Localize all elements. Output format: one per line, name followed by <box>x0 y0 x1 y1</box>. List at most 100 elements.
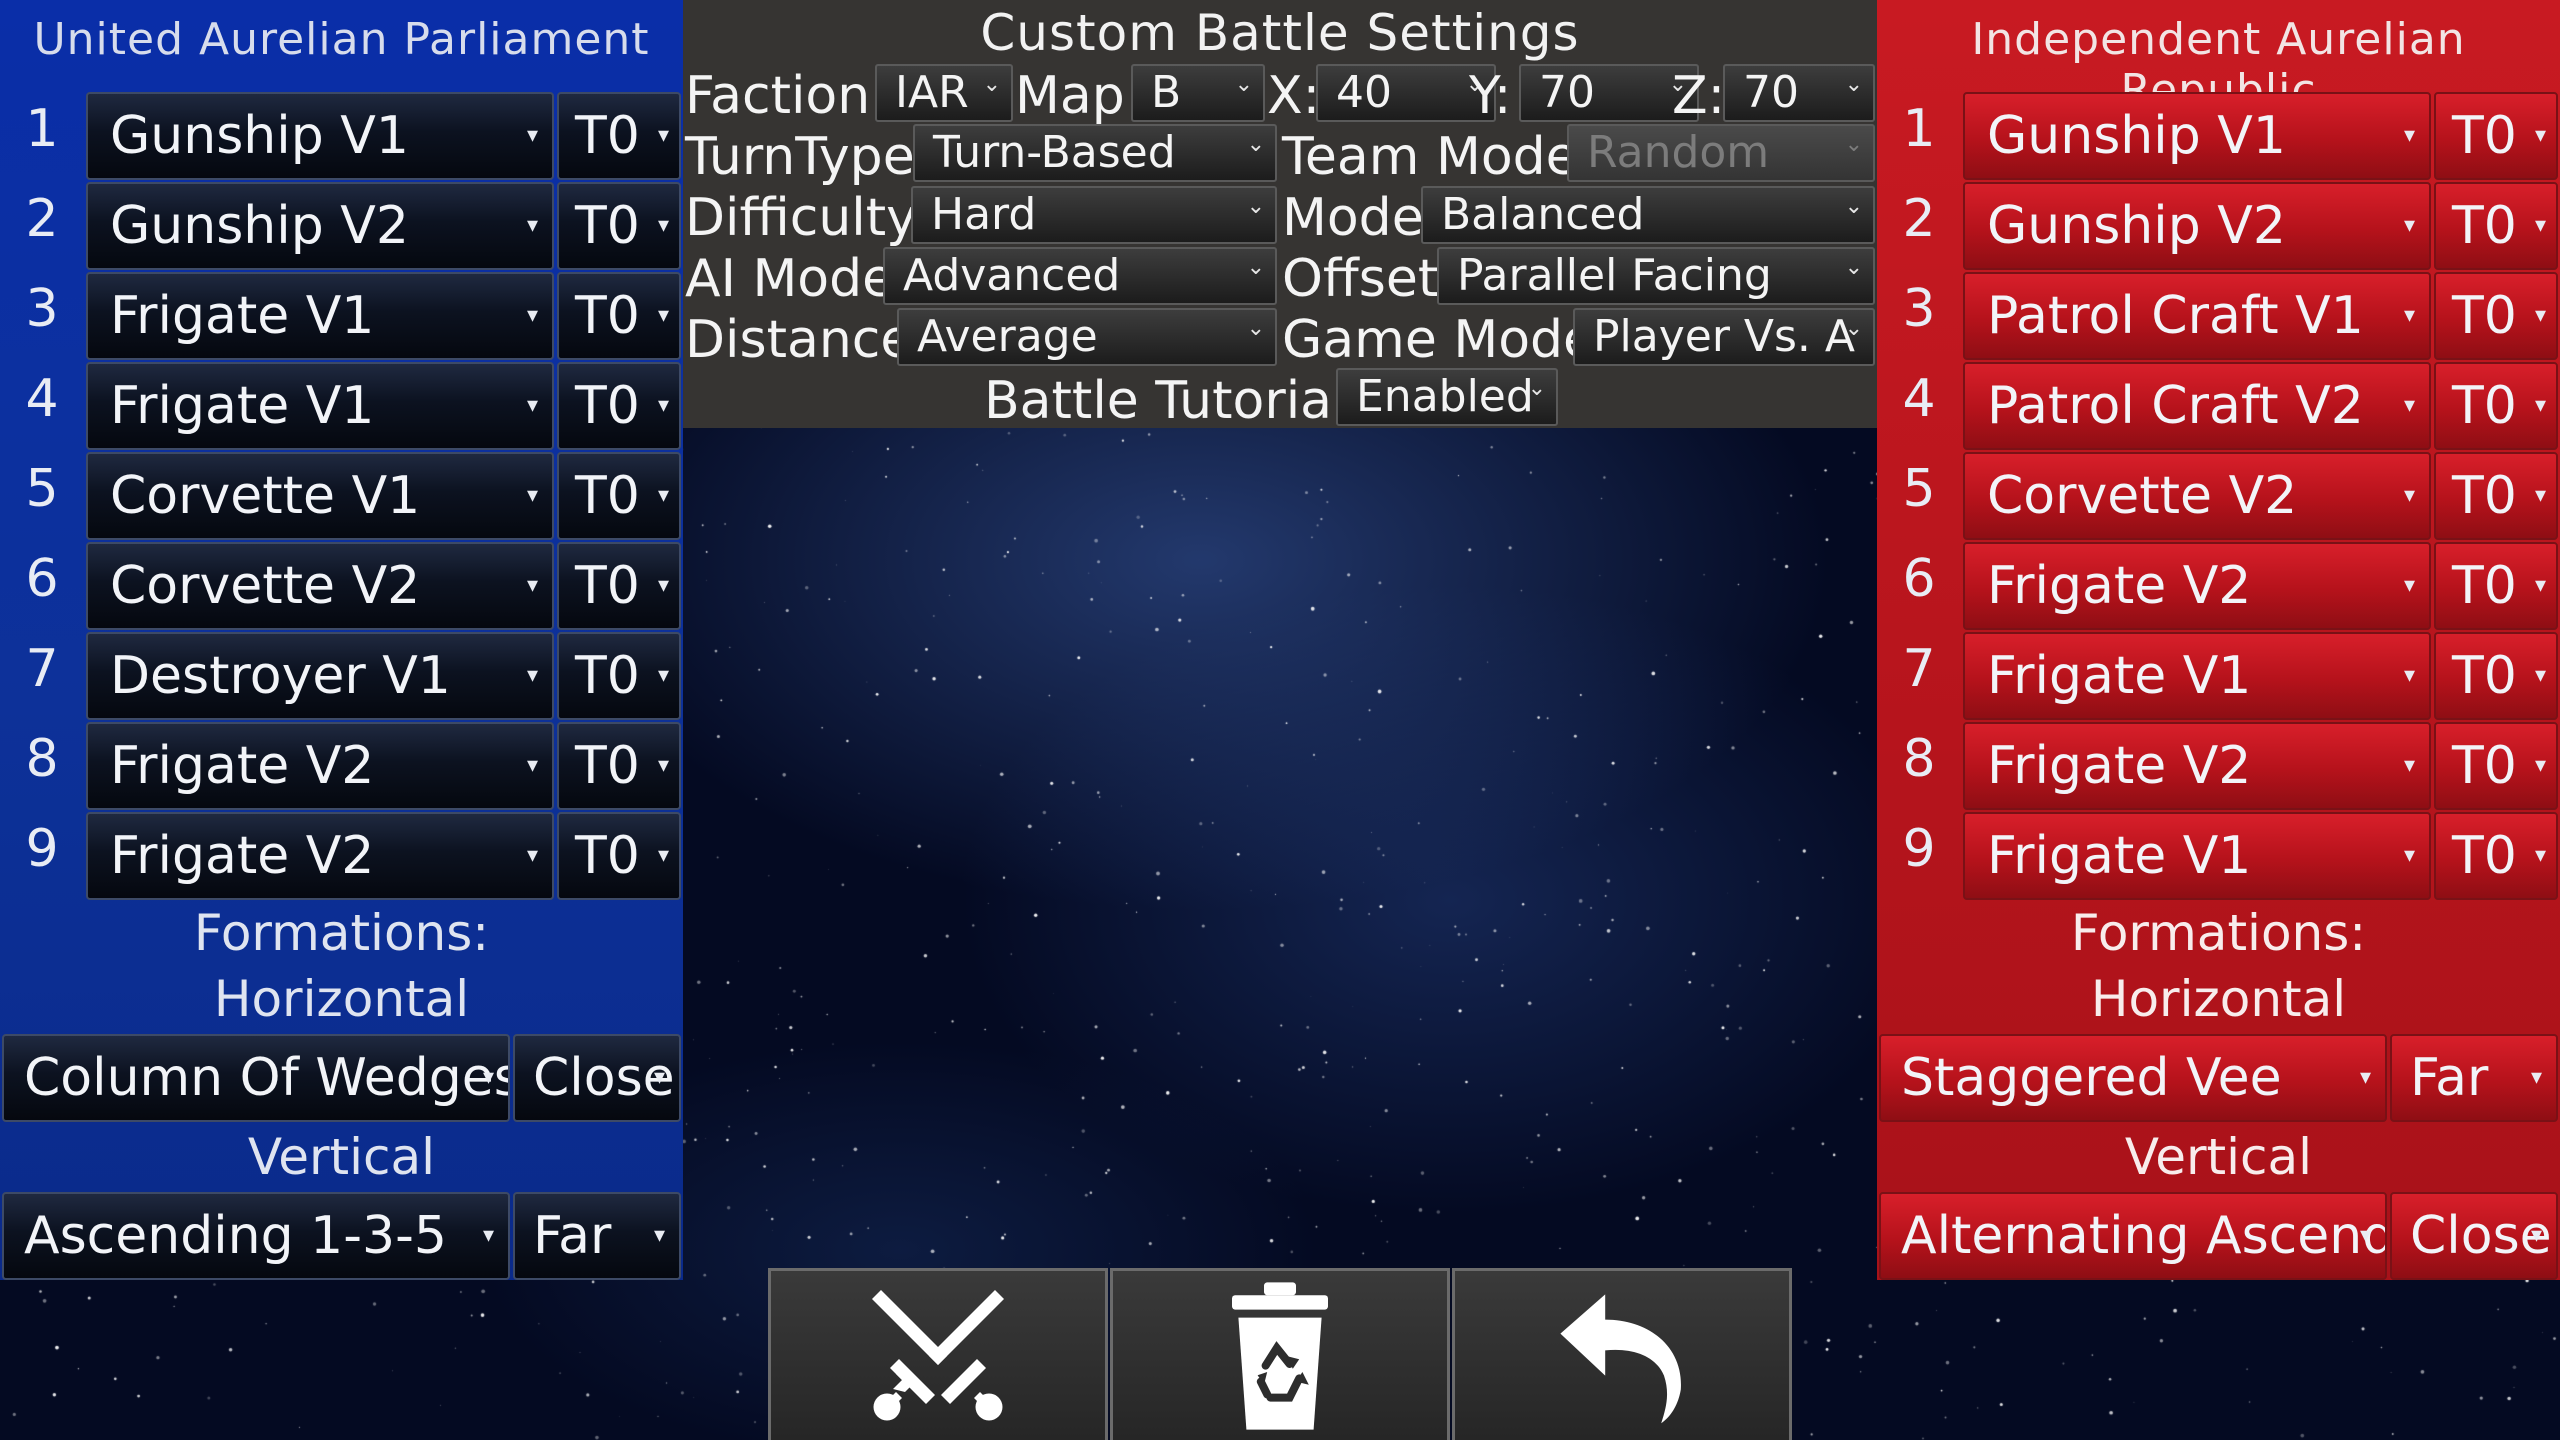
faction-select[interactable]: IAR ⌄ <box>875 64 1013 122</box>
distance-select[interactable]: Average ⌄ <box>897 308 1277 366</box>
y-label: Y: <box>1469 66 1512 126</box>
team-select[interactable]: T0 ▾ <box>557 272 681 360</box>
mode-value: Balanced <box>1441 189 1645 240</box>
team-select[interactable]: T0 ▾ <box>557 722 681 810</box>
team-select[interactable]: T0 ▾ <box>557 92 681 180</box>
z-select[interactable]: 70 ⌄ <box>1723 64 1875 122</box>
slot-number: 5 <box>25 459 59 519</box>
horizontal-label: Horizontal <box>213 970 470 1028</box>
chevron-down-icon: ▾ <box>2530 1065 2542 1090</box>
ship-select[interactable]: Frigate V1 ▾ <box>1963 632 2431 720</box>
ship-select[interactable]: Destroyer V1 ▾ <box>86 632 554 720</box>
ship-select[interactable]: Corvette V1 ▾ <box>86 452 554 540</box>
chevron-down-icon: ▾ <box>2403 753 2415 778</box>
ai-mode-select[interactable]: Advanced ⌄ <box>883 247 1277 305</box>
ship-value: Destroyer V1 <box>110 646 451 706</box>
chevron-down-icon: ▾ <box>2359 1223 2371 1248</box>
team-select[interactable]: T0 ▾ <box>557 182 681 270</box>
chevron-down-icon: ▾ <box>482 1223 494 1248</box>
ai-mode-value: Advanced <box>903 250 1121 301</box>
team-select[interactable]: T0 ▾ <box>557 812 681 900</box>
ship-select[interactable]: Patrol Craft V2 ▾ <box>1963 362 2431 450</box>
ship-select[interactable]: Gunship V2 ▾ <box>1963 182 2431 270</box>
chevron-down-icon: ⌄ <box>982 72 1001 97</box>
ship-select[interactable]: Corvette V2 ▾ <box>1963 452 2431 540</box>
chevron-down-icon: ▾ <box>526 663 538 688</box>
team-select[interactable]: T0 ▾ <box>2434 542 2558 630</box>
ship-select[interactable]: Gunship V2 ▾ <box>86 182 554 270</box>
team-select[interactable]: T0 ▾ <box>557 362 681 450</box>
chevron-down-icon: ▾ <box>2534 123 2546 148</box>
back-button[interactable] <box>1452 1268 1792 1440</box>
horizontal-spacing-select[interactable]: Far ▾ <box>2390 1034 2558 1122</box>
team-select[interactable]: T0 ▾ <box>2434 632 2558 720</box>
chevron-down-icon: ▾ <box>657 663 669 688</box>
team-select[interactable]: T0 ▾ <box>2434 452 2558 540</box>
team-select[interactable]: T0 ▾ <box>2434 272 2558 360</box>
game-mode-select[interactable]: Player Vs. A ⌄ <box>1573 308 1875 366</box>
faction-label: Faction <box>685 66 871 126</box>
chevron-down-icon: ▾ <box>2403 483 2415 508</box>
ship-select[interactable]: Gunship V1 ▾ <box>86 92 554 180</box>
team-mode-select[interactable]: Random ⌄ <box>1567 124 1875 182</box>
chevron-down-icon: ⌄ <box>1844 132 1863 157</box>
ship-select[interactable]: Patrol Craft V1 ▾ <box>1963 272 2431 360</box>
ship-select[interactable]: Frigate V2 ▾ <box>86 812 554 900</box>
team-select[interactable]: T0 ▾ <box>557 542 681 630</box>
team-select[interactable]: T0 ▾ <box>2434 362 2558 450</box>
vertical-formation-select[interactable]: Alternating Ascending▾ <box>1879 1192 2387 1280</box>
chevron-down-icon: ▾ <box>2403 393 2415 418</box>
battle-tutorial-select[interactable]: Enabled ⌄ <box>1336 368 1558 426</box>
team-select[interactable]: T0 ▾ <box>2434 92 2558 180</box>
formations-label: Formations: <box>2070 904 2367 962</box>
difficulty-label: Difficulty <box>685 188 917 248</box>
difficulty-select[interactable]: Hard ⌄ <box>911 186 1277 244</box>
team-mode-label: Team Mode <box>1282 127 1578 187</box>
ship-value: Gunship V2 <box>110 196 409 256</box>
team-select[interactable]: T0 ▾ <box>557 632 681 720</box>
chevron-down-icon: ▾ <box>526 843 538 868</box>
formation-value: Ascending 1-3-5 <box>24 1206 447 1266</box>
map-label: Map <box>1015 66 1125 126</box>
horizontal-formation-select[interactable]: Staggered Vee ▾ <box>1879 1034 2387 1122</box>
team-value: T0 <box>2452 556 2517 616</box>
team-select[interactable]: T0 ▾ <box>2434 182 2558 270</box>
chevron-down-icon: ▾ <box>526 573 538 598</box>
team-select[interactable]: T0 ▾ <box>2434 722 2558 810</box>
slot-number: 1 <box>25 99 59 159</box>
team-select[interactable]: T0 ▾ <box>2434 812 2558 900</box>
chevron-down-icon: ⌄ <box>1527 376 1546 401</box>
vertical-spacing-select[interactable]: Far ▾ <box>513 1192 681 1280</box>
chevron-down-icon: ▾ <box>653 1065 665 1090</box>
horizontal-formation-select[interactable]: Column Of Wedges ▾ <box>2 1034 510 1122</box>
clear-fleet-button[interactable] <box>1110 1268 1450 1440</box>
slot-number: 7 <box>25 639 59 699</box>
ship-select[interactable]: Frigate V1 ▾ <box>86 362 554 450</box>
ship-select[interactable]: Frigate V2 ▾ <box>1963 542 2431 630</box>
team-mode-value: Random <box>1587 127 1770 178</box>
ship-select[interactable]: Frigate V2 ▾ <box>86 722 554 810</box>
ship-select[interactable]: Gunship V1 ▾ <box>1963 92 2431 180</box>
formation-value: Staggered Vee <box>1901 1048 2282 1108</box>
chevron-down-icon: ⌄ <box>1844 316 1863 341</box>
map-select[interactable]: B ⌄ <box>1131 64 1265 122</box>
ship-value: Frigate V2 <box>110 826 375 886</box>
ship-select[interactable]: Frigate V1 ▾ <box>1963 812 2431 900</box>
vertical-spacing-select[interactable]: Close ▾ <box>2390 1192 2558 1280</box>
horizontal-spacing-select[interactable]: Close ▾ <box>513 1034 681 1122</box>
team-value: T0 <box>575 376 640 436</box>
slot-number: 8 <box>25 729 59 789</box>
offset-value: Parallel Facing <box>1457 250 1772 301</box>
z-label: Z: <box>1672 66 1726 126</box>
team-value: T0 <box>575 556 640 616</box>
team-select[interactable]: T0 ▾ <box>557 452 681 540</box>
vertical-formation-select[interactable]: Ascending 1-3-5 ▾ <box>2 1192 510 1280</box>
start-battle-button[interactable] <box>768 1268 1108 1440</box>
turn-type-select[interactable]: Turn-Based ⌄ <box>913 124 1277 182</box>
ship-select[interactable]: Frigate V2 ▾ <box>1963 722 2431 810</box>
chevron-down-icon: ▾ <box>2403 123 2415 148</box>
ship-select[interactable]: Corvette V2 ▾ <box>86 542 554 630</box>
offset-select[interactable]: Parallel Facing ⌄ <box>1437 247 1875 305</box>
mode-select[interactable]: Balanced ⌄ <box>1421 186 1875 244</box>
ship-select[interactable]: Frigate V1 ▾ <box>86 272 554 360</box>
